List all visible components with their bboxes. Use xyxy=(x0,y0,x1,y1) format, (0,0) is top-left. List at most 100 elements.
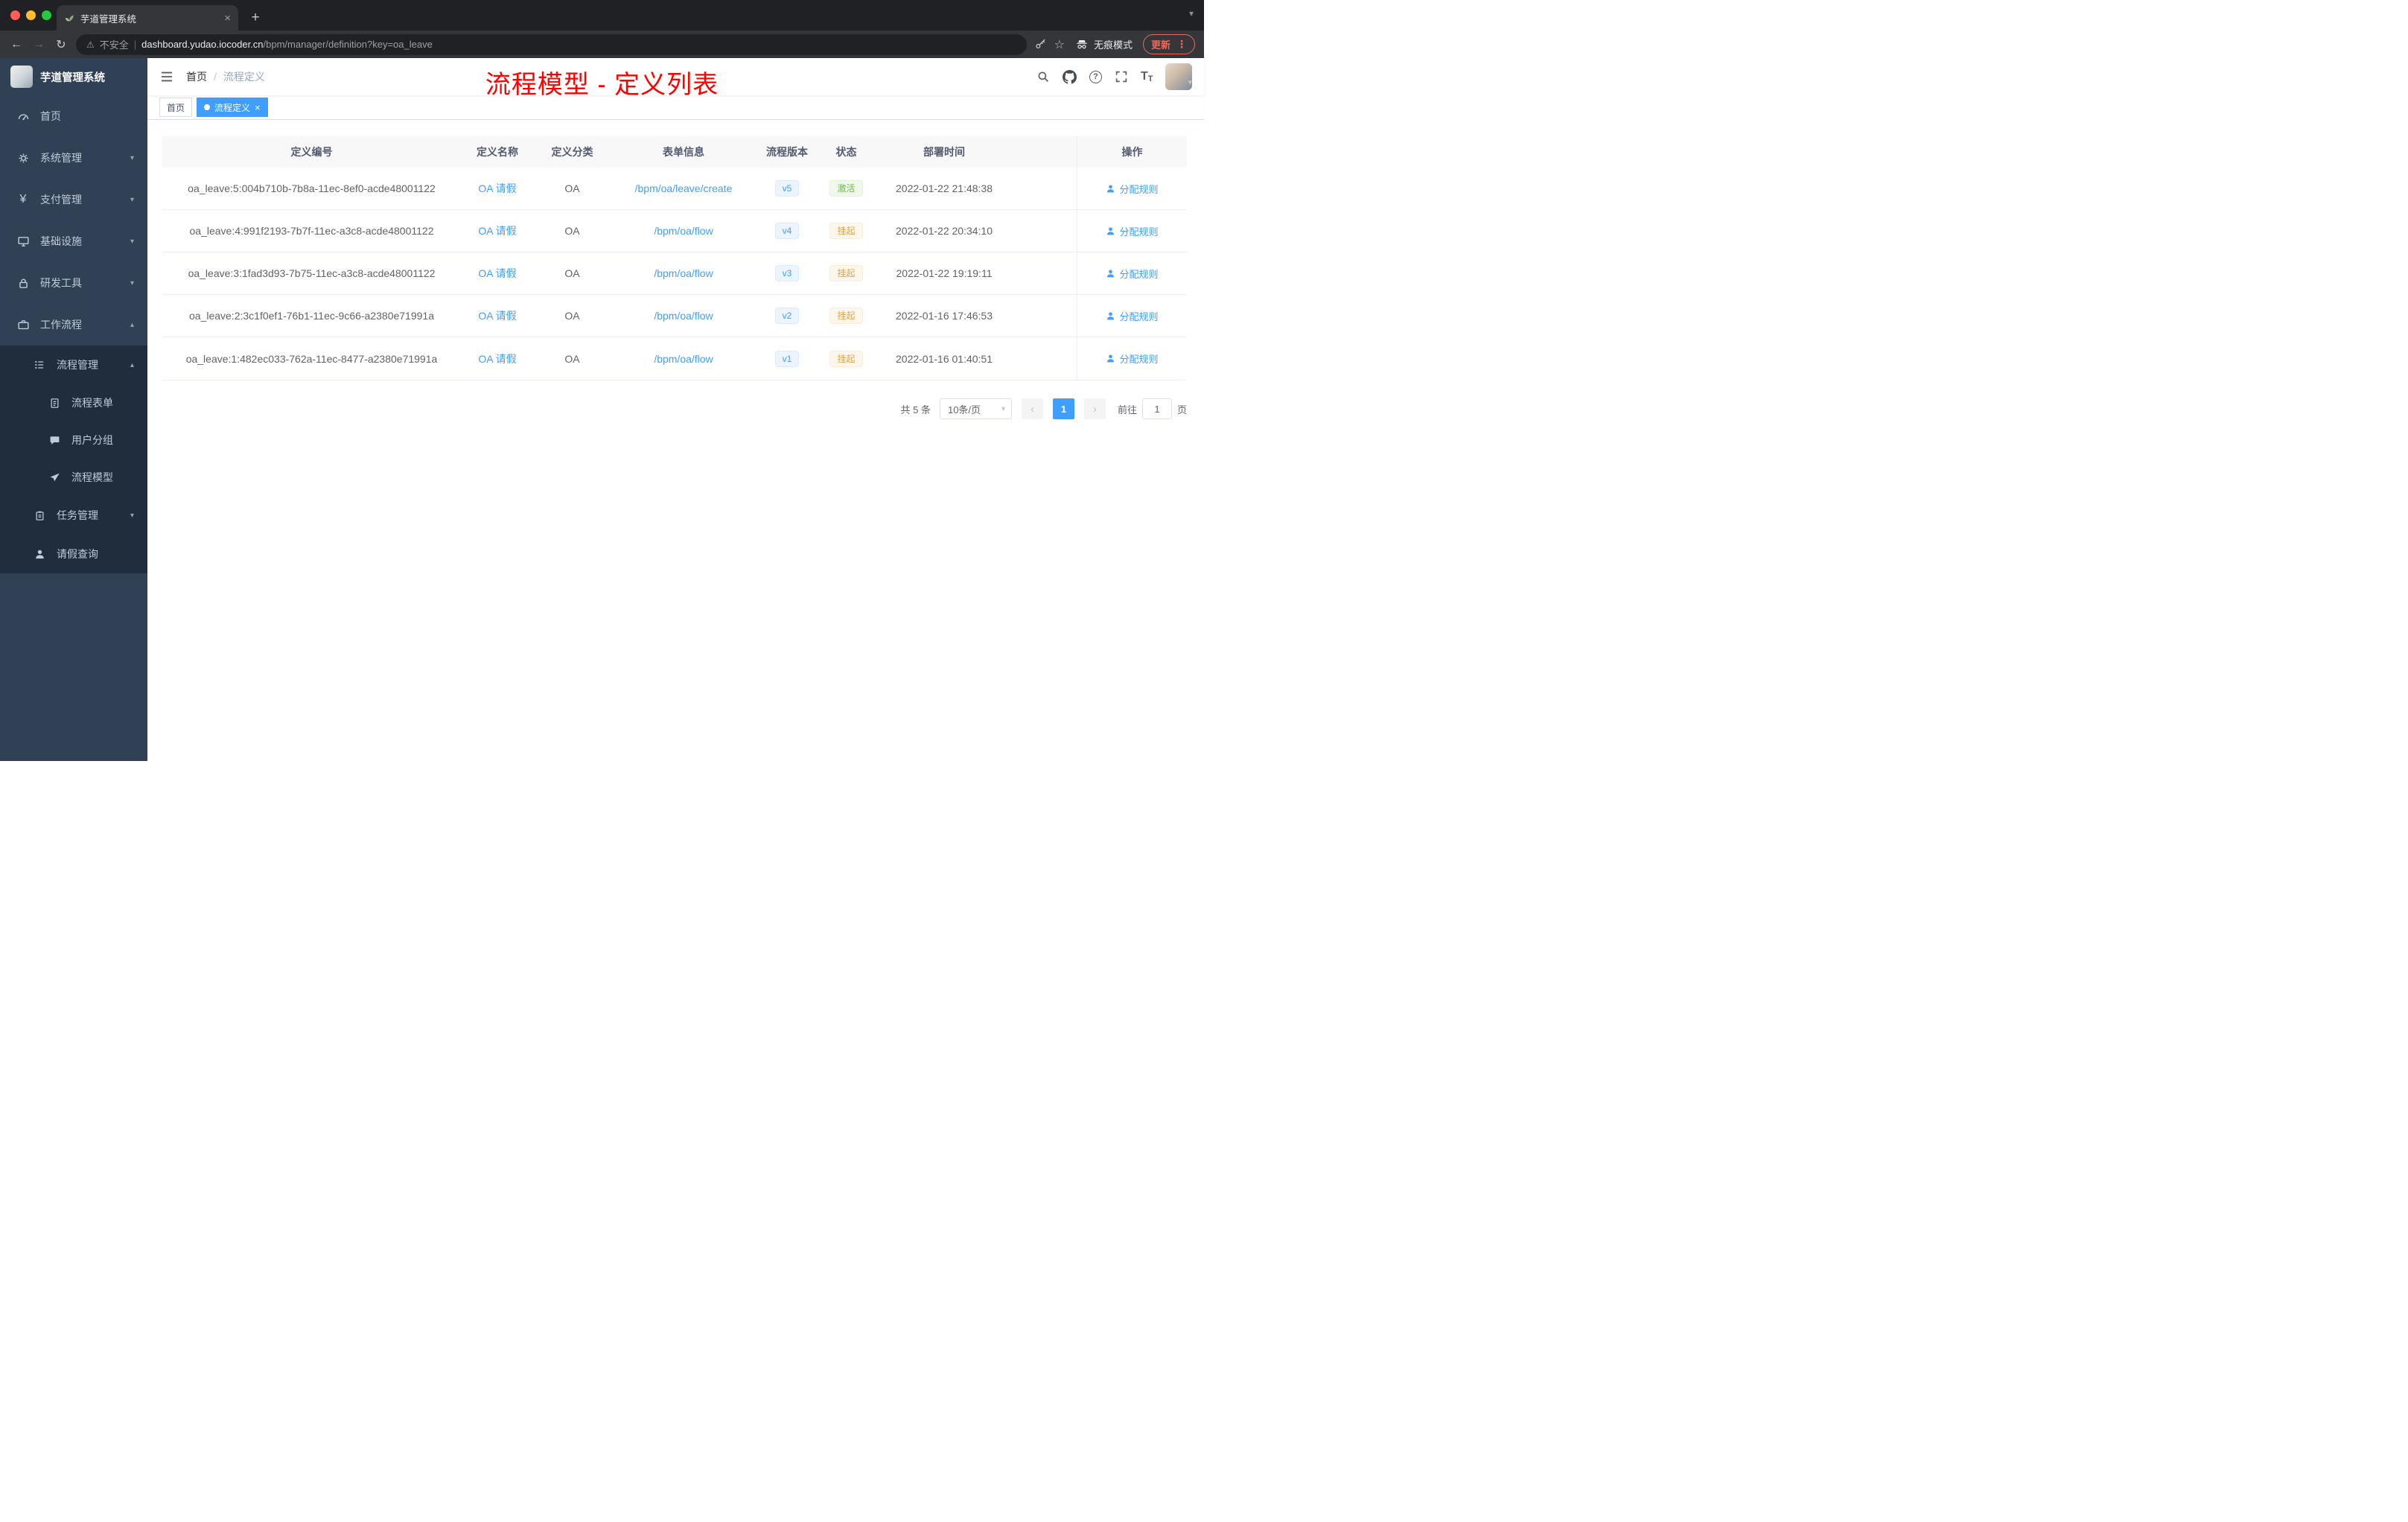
assign-rule-button[interactable]: 分配规则 xyxy=(1106,224,1159,238)
chevron-up-icon: ▴ xyxy=(130,320,134,329)
definition-name-link[interactable]: OA 请假 xyxy=(478,310,516,322)
sidebar-item-workflow[interactable]: 工作流程 ▴ xyxy=(0,304,147,346)
tab-close-icon[interactable]: × xyxy=(224,13,231,24)
tag-home[interactable]: 首页 xyxy=(159,98,193,117)
tags-view-bar: 首页 流程定义 × xyxy=(147,95,1204,120)
hamburger-icon[interactable] xyxy=(159,69,174,84)
sidebar-item-home[interactable]: 首页 xyxy=(0,95,147,137)
tag-process-definition[interactable]: 流程定义 × xyxy=(197,98,268,117)
page-size-select[interactable]: 10条/页 ▾ xyxy=(939,398,1012,419)
sidebar-item-user-group[interactable]: 用户分组 xyxy=(0,421,147,459)
url-path: /bpm/manager/definition?key=oa_leave xyxy=(263,39,433,50)
definition-name-link[interactable]: OA 请假 xyxy=(478,353,516,365)
app-logo-row[interactable]: 芋道管理系统 xyxy=(0,58,147,95)
prev-page-button[interactable]: ‹ xyxy=(1021,398,1043,419)
back-button[interactable]: ← xyxy=(9,38,24,51)
help-icon[interactable]: ? xyxy=(1089,70,1102,83)
chevron-down-icon: ▾ xyxy=(130,153,134,162)
cell-deploy-time: 2022-01-16 01:40:51 xyxy=(896,352,993,365)
sidebar-item-infrastructure[interactable]: 基础设施 ▾ xyxy=(0,220,147,262)
sidebar-item-devtools[interactable]: 研发工具 ▾ xyxy=(0,262,147,304)
address-bar[interactable]: ⚠ 不安全 | dashboard.yudao.iocoder.cn/bpm/m… xyxy=(76,34,1027,55)
reload-button[interactable]: ↻ xyxy=(54,37,69,52)
form-link[interactable]: /bpm/oa/flow xyxy=(654,310,713,322)
password-key-icon[interactable] xyxy=(1034,38,1047,51)
table-header-row: 定义编号 定义名称 定义分类 表单信息 流程版本 状态 部署时间 操作 xyxy=(162,136,1187,168)
site-favicon-icon xyxy=(64,13,74,23)
definition-name-link[interactable]: OA 请假 xyxy=(478,182,516,194)
assign-rule-button[interactable]: 分配规则 xyxy=(1106,351,1159,366)
status-tag: 挂起 xyxy=(829,223,863,239)
definition-name-link[interactable]: OA 请假 xyxy=(478,225,516,237)
header-actions: 操作 xyxy=(1077,136,1187,168)
yen-icon: ¥ xyxy=(19,193,27,206)
search-icon[interactable] xyxy=(1036,70,1050,83)
tree-list-icon xyxy=(33,358,46,372)
breadcrumb-separator: / xyxy=(214,71,217,83)
github-icon[interactable] xyxy=(1062,69,1077,84)
assign-rule-button[interactable]: 分配规则 xyxy=(1106,309,1159,323)
navbar-actions: ? TT ▾ xyxy=(1036,63,1193,90)
bookmark-star-icon[interactable]: ☆ xyxy=(1054,37,1065,52)
sidebar-item-label: 支付管理 xyxy=(40,194,82,206)
sidebar-item-process-form[interactable]: 流程表单 xyxy=(0,384,147,421)
sidebar-item-label: 流程表单 xyxy=(71,397,113,409)
sidebar-item-leave-query[interactable]: 请假查询 xyxy=(0,535,147,573)
tag-close-icon[interactable]: × xyxy=(255,103,261,112)
person-icon xyxy=(1107,226,1115,235)
zoom-window-button[interactable] xyxy=(42,10,51,20)
sidebar-item-label: 任务管理 xyxy=(57,509,98,521)
sidebar-item-label: 首页 xyxy=(40,110,61,122)
form-link[interactable]: /bpm/oa/leave/create xyxy=(635,182,733,194)
browser-tab-strip: 芋道管理系统 × + ▾ xyxy=(0,0,1204,31)
lock-icon xyxy=(16,276,30,290)
next-page-button[interactable]: › xyxy=(1083,398,1106,419)
paper-plane-icon xyxy=(48,471,61,484)
clipboard-icon xyxy=(33,509,46,522)
form-link[interactable]: /bpm/oa/flow xyxy=(654,353,713,365)
sidebar-item-label: 基础设施 xyxy=(40,235,82,247)
browser-tab[interactable]: 芋道管理系统 × xyxy=(57,5,238,31)
sidebar-item-process-management[interactable]: 流程管理 ▴ xyxy=(0,346,147,384)
breadcrumb-home[interactable]: 首页 xyxy=(186,69,207,84)
table-row: oa_leave:5:004b710b-7b8a-11ec-8ef0-acde4… xyxy=(162,168,1187,210)
tab-title: 芋道管理系统 xyxy=(80,13,137,25)
sidebar-item-system[interactable]: 系统管理 ▾ xyxy=(0,137,147,179)
avatar-caret-icon[interactable]: ▾ xyxy=(1188,77,1192,90)
sidebar-item-payment[interactable]: ¥ 支付管理 ▾ xyxy=(0,179,147,220)
main-area: 首页 / 流程定义 ? TT ▾ 首页 流程定义 × 定义编号 定义名称 定义分… xyxy=(147,58,1204,761)
font-size-icon[interactable]: TT xyxy=(1141,70,1153,83)
definition-name-link[interactable]: OA 请假 xyxy=(478,267,516,279)
pagination-total: 共 5 条 xyxy=(900,404,931,415)
sidebar-item-label: 请假查询 xyxy=(57,548,98,560)
assign-rule-button[interactable]: 分配规则 xyxy=(1106,182,1159,196)
sidebar: 芋道管理系统 首页 系统管理 ▾ ¥ 支付管理 ▾ 基础设施 ▾ 研发工具 ▾ … xyxy=(0,58,147,761)
close-window-button[interactable] xyxy=(10,10,20,20)
document-icon xyxy=(48,396,61,410)
chrome-update-button[interactable]: 更新 ⋮ xyxy=(1142,34,1195,54)
person-icon xyxy=(33,547,46,561)
cell-definition-id: oa_leave:2:3c1f0ef1-76b1-11ec-9c66-a2380… xyxy=(188,310,434,322)
form-link[interactable]: /bpm/oa/flow xyxy=(654,225,713,237)
forward-button[interactable]: → xyxy=(31,38,46,51)
fullscreen-icon[interactable] xyxy=(1115,70,1128,83)
page-number-button[interactable]: 1 xyxy=(1052,398,1074,419)
assign-rule-button[interactable]: 分配规则 xyxy=(1106,267,1159,281)
app-title: 芋道管理系统 xyxy=(40,71,105,84)
goto-page-input[interactable]: 1 xyxy=(1141,398,1172,419)
person-icon xyxy=(1107,269,1115,277)
sidebar-item-label: 流程模型 xyxy=(71,471,113,483)
form-link[interactable]: /bpm/oa/flow xyxy=(654,267,713,279)
address-divider: | xyxy=(133,39,137,50)
minimize-window-button[interactable] xyxy=(26,10,36,20)
sidebar-item-process-model[interactable]: 流程模型 xyxy=(0,459,147,496)
tab-search-icon[interactable]: ▾ xyxy=(1189,8,1194,19)
sidebar-item-task-management[interactable]: 任务管理 ▾ xyxy=(0,496,147,535)
new-tab-button[interactable]: + xyxy=(246,10,265,26)
breadcrumb-current: 流程定义 xyxy=(223,71,265,83)
version-tag: v4 xyxy=(774,223,800,239)
browser-menu-icon[interactable]: ⋮ xyxy=(1176,38,1187,51)
briefcase-icon xyxy=(16,318,30,331)
sidebar-item-label: 用户分组 xyxy=(71,434,113,446)
table-row: oa_leave:4:991f2193-7b7f-11ec-a3c8-acde4… xyxy=(162,210,1187,252)
